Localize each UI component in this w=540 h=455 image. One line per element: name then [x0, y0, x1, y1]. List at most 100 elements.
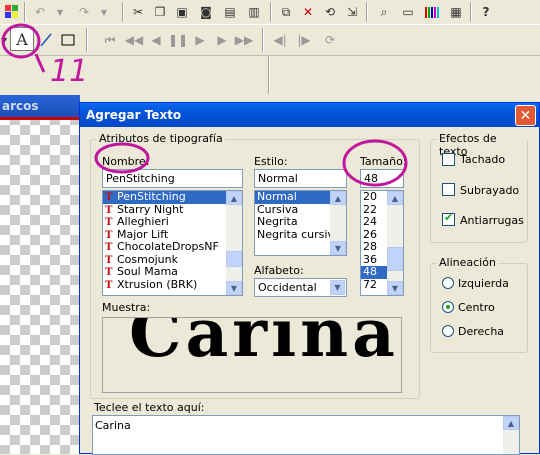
list-item-label: 24: [363, 215, 377, 228]
sample-label: Muestra:: [102, 301, 151, 314]
list-item-label: 28: [363, 240, 377, 253]
list-item-label: 26: [363, 227, 377, 241]
copy-icon[interactable]: ❐: [150, 2, 170, 22]
style-list-scrollbar[interactable]: ▲ ▼: [330, 191, 346, 255]
checkmark-icon: ✔: [444, 211, 454, 224]
resize-icon[interactable]: ⇲: [342, 2, 362, 22]
first-frame-icon[interactable]: ⏮: [100, 30, 120, 50]
panel-divider: [0, 117, 80, 120]
scroll-thumb[interactable]: [387, 247, 403, 271]
list-item-label: 48: [363, 265, 377, 278]
delete-icon[interactable]: ✕: [298, 2, 318, 22]
cut-icon[interactable]: ✂: [128, 2, 148, 22]
align-right-label: Derecha: [458, 325, 505, 338]
histogram-icon[interactable]: [422, 2, 442, 22]
style-list[interactable]: Normal Cursiva Negrita Negrita cursiva ▲ ▼: [254, 190, 347, 256]
list-item-label: Alleghieri: [117, 215, 169, 228]
antialias-label: Antiarrugas: [460, 214, 524, 227]
scroll-up-icon[interactable]: ▲: [226, 191, 242, 205]
toolbar-separator: [268, 56, 270, 94]
style-label: Estilo:: [254, 155, 288, 168]
transform-icon[interactable]: ⟲: [320, 2, 340, 22]
paste-layer-icon[interactable]: ▤: [220, 2, 240, 22]
add-text-dialog: Agregar Texto ✕ Atributos de tipografía …: [79, 102, 540, 455]
alphabet-label: Alfabeto:: [254, 264, 304, 277]
toolbar-separator: [470, 2, 472, 22]
list-item-label: Cursiva: [257, 202, 299, 216]
tool-options-toolbar: ▼ A ⏮ ◀◀ ◀ ❚❚ ▶ ▶ ▶▶ ◀| |▶ ⟳: [0, 25, 540, 55]
paste-new-icon[interactable]: ◙: [196, 2, 216, 22]
pause-icon[interactable]: ❚❚: [168, 30, 188, 50]
redo-icon[interactable]: ↷: [74, 2, 94, 22]
font-name-field[interactable]: PenStitching: [102, 169, 243, 188]
forward-icon[interactable]: ▶: [212, 30, 232, 50]
size-list[interactable]: 20 22 24 26 28 36 48 72 ▲ ▼: [360, 190, 404, 296]
fast-forward-icon[interactable]: ▶▶: [234, 30, 254, 50]
scroll-down-icon[interactable]: ▼: [226, 281, 242, 295]
list-item-label: Negrita cursiva: [257, 227, 341, 241]
scroll-down-icon[interactable]: ▼: [330, 241, 346, 255]
close-button[interactable]: ✕: [515, 105, 536, 126]
previous-icon[interactable]: ◀: [146, 30, 166, 50]
toolbar-separator: [122, 2, 124, 22]
align-center-label: Centro: [458, 301, 495, 314]
list-item-label: Xtrusion (BRK): [117, 277, 198, 291]
size-field[interactable]: 48: [360, 169, 404, 188]
underline-checkbox[interactable]: [442, 183, 455, 196]
list-item-label: Cosmojunk: [117, 252, 178, 266]
align-center-radio[interactable]: [442, 301, 454, 313]
align-left-label: Izquierda: [458, 277, 509, 290]
list-item-label: ChocolateDropsNF: [117, 240, 219, 253]
paste-icon[interactable]: ▣: [172, 2, 192, 22]
text-entry-scrollbar[interactable]: ▲: [503, 416, 519, 454]
list-item-label: Major Lift: [117, 227, 169, 241]
strikeout-checkbox[interactable]: [442, 153, 455, 166]
font-list[interactable]: T PenStitching T Starry Night T Alleghieri T Ma…: [102, 190, 243, 296]
rectangle-tool-icon[interactable]: [58, 30, 78, 50]
undo-dropdown-icon[interactable]: ▼: [50, 2, 70, 22]
align-left-radio[interactable]: [442, 277, 454, 289]
dialog-title: Agregar Texto: [80, 103, 539, 127]
play-icon[interactable]: ▶: [190, 30, 210, 50]
scroll-down-icon[interactable]: ▼: [387, 281, 403, 295]
palette-icon[interactable]: [2, 2, 22, 22]
style-field[interactable]: Normal: [254, 169, 347, 188]
list-item[interactable]: T Xtrusion (BRK): [103, 277, 242, 292]
canvas-area[interactable]: [0, 95, 80, 454]
line-tool-icon[interactable]: [36, 30, 56, 50]
scroll-up-icon[interactable]: ▲: [387, 191, 403, 205]
help-icon[interactable]: ?: [476, 2, 496, 22]
scroll-up-icon[interactable]: ▲: [503, 416, 519, 430]
zoom-icon[interactable]: ⌕: [374, 2, 394, 22]
redo-dropdown-icon[interactable]: ▼: [94, 2, 114, 22]
alignment-group-label: Alineación: [437, 256, 498, 269]
antialias-checkbox[interactable]: ✔: [442, 211, 455, 226]
alphabet-select[interactable]: Occidental ▼: [254, 278, 347, 297]
list-item-label: PenStitching: [117, 190, 186, 203]
rewind-icon[interactable]: ◀◀: [124, 30, 144, 50]
undo-icon[interactable]: ↶: [30, 2, 50, 22]
overview-icon[interactable]: ▦: [446, 2, 466, 22]
preview-icon[interactable]: ▭: [398, 2, 418, 22]
font-list-items: T PenStitching T Starry Night T Alleghieri T Ma…: [103, 191, 242, 291]
toolbar-separator: [262, 28, 264, 52]
size-list-scrollbar[interactable]: ▲ ▼: [387, 191, 403, 295]
align-right-radio[interactable]: [442, 325, 454, 337]
text-tool-button[interactable]: A: [10, 27, 34, 51]
toolbar-separator: [24, 2, 26, 22]
sample-preview-text: Carina: [129, 317, 399, 372]
layers-icon[interactable]: ⧉: [276, 2, 296, 22]
previous-frame-icon[interactable]: ◀|: [270, 30, 290, 50]
paste-selection-icon[interactable]: ▥: [244, 2, 264, 22]
list-item-label: 72: [363, 277, 377, 291]
loop-icon[interactable]: ⟳: [320, 30, 340, 50]
toolbar-separator: [86, 28, 88, 52]
scroll-up-icon[interactable]: ▲: [330, 191, 346, 205]
list-item-label: 20: [363, 190, 377, 203]
font-list-scrollbar[interactable]: ▲ ▼: [226, 191, 242, 295]
next-frame-icon[interactable]: |▶: [294, 30, 314, 50]
text-entry-area[interactable]: Carina ▲: [92, 415, 520, 455]
combo-arrow-icon[interactable]: ▼: [330, 280, 345, 295]
scroll-thumb[interactable]: [226, 251, 242, 267]
list-item-label: Soul Mama: [117, 265, 178, 278]
